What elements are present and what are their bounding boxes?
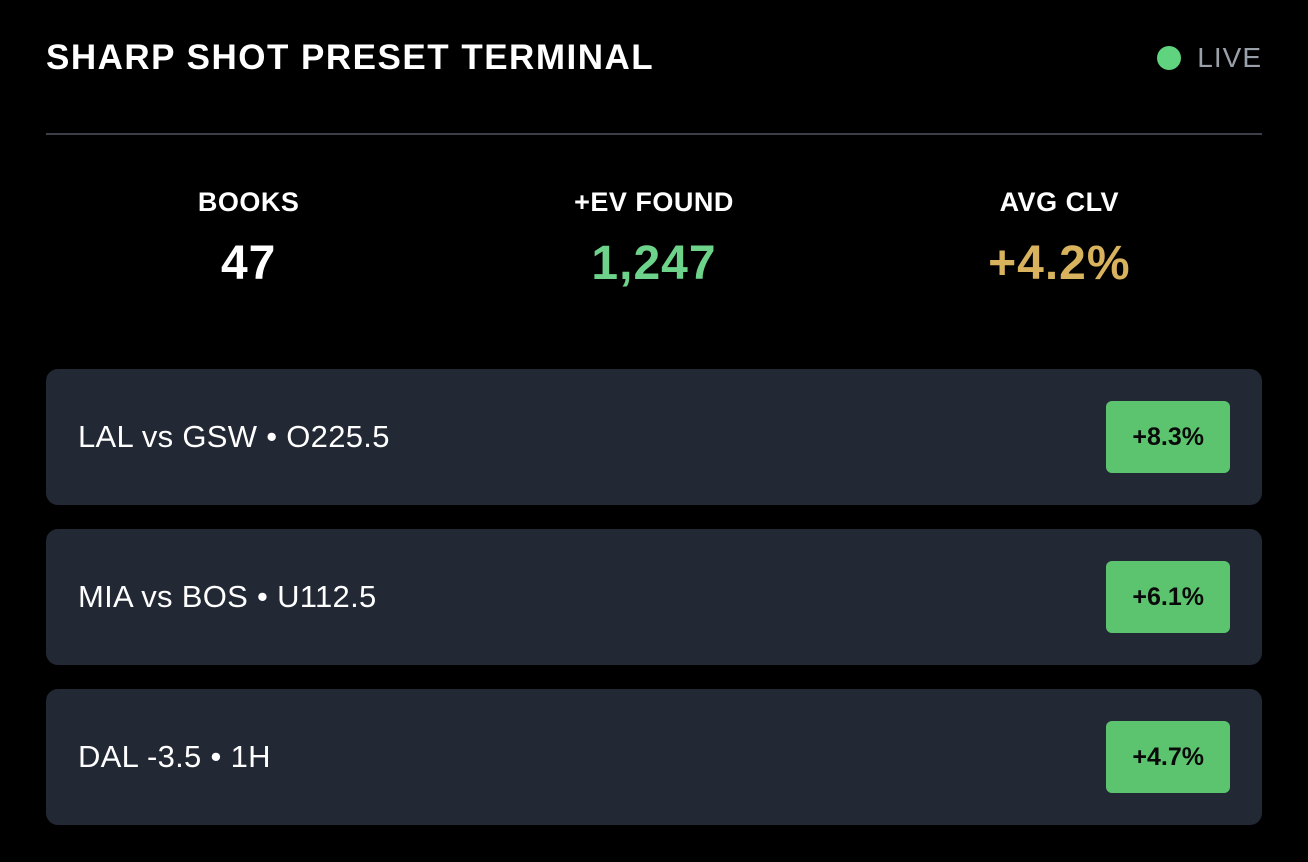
stats-bar: BOOKS 47 +EV FOUND 1,247 AVG CLV +4.2% — [46, 135, 1262, 369]
opportunity-row[interactable]: MIA vs BOS • U112.5 +6.1% — [46, 529, 1262, 665]
stat-value: 1,247 — [591, 237, 717, 290]
edge-badge: +6.1% — [1106, 561, 1230, 633]
opportunity-row[interactable]: DAL -3.5 • 1H +4.7% — [46, 689, 1262, 825]
stat-avg-clv: AVG CLV +4.2% — [857, 187, 1262, 369]
stat-value: 47 — [220, 237, 277, 290]
edge-badge: +8.3% — [1106, 401, 1230, 473]
live-dot-icon — [1157, 45, 1182, 70]
opportunity-label: MIA vs BOS • U112.5 — [78, 579, 377, 614]
stat-ev-found: +EV FOUND 1,247 — [451, 187, 856, 369]
opportunity-label: DAL -3.5 • 1H — [78, 739, 271, 774]
live-status-label: LIVE — [1197, 41, 1262, 73]
edge-badge: +4.7% — [1106, 721, 1230, 793]
header: SHARP SHOT PRESET TERMINAL LIVE — [46, 0, 1262, 135]
opportunity-row[interactable]: LAL vs GSW • O225.5 +8.3% — [46, 369, 1262, 505]
stat-label: +EV FOUND — [574, 187, 734, 217]
opportunity-label: LAL vs GSW • O225.5 — [78, 419, 390, 454]
opportunity-list: LAL vs GSW • O225.5 +8.3% MIA vs BOS • U… — [46, 369, 1262, 825]
page-title: SHARP SHOT PRESET TERMINAL — [46, 37, 655, 77]
stat-books: BOOKS 47 — [46, 187, 451, 369]
live-status: LIVE — [1157, 42, 1262, 74]
stat-label: AVG CLV — [999, 187, 1120, 217]
terminal-panel: SHARP SHOT PRESET TERMINAL LIVE BOOKS 47… — [0, 0, 1308, 862]
stat-value: +4.2% — [988, 237, 1131, 290]
stat-label: BOOKS — [197, 187, 300, 217]
